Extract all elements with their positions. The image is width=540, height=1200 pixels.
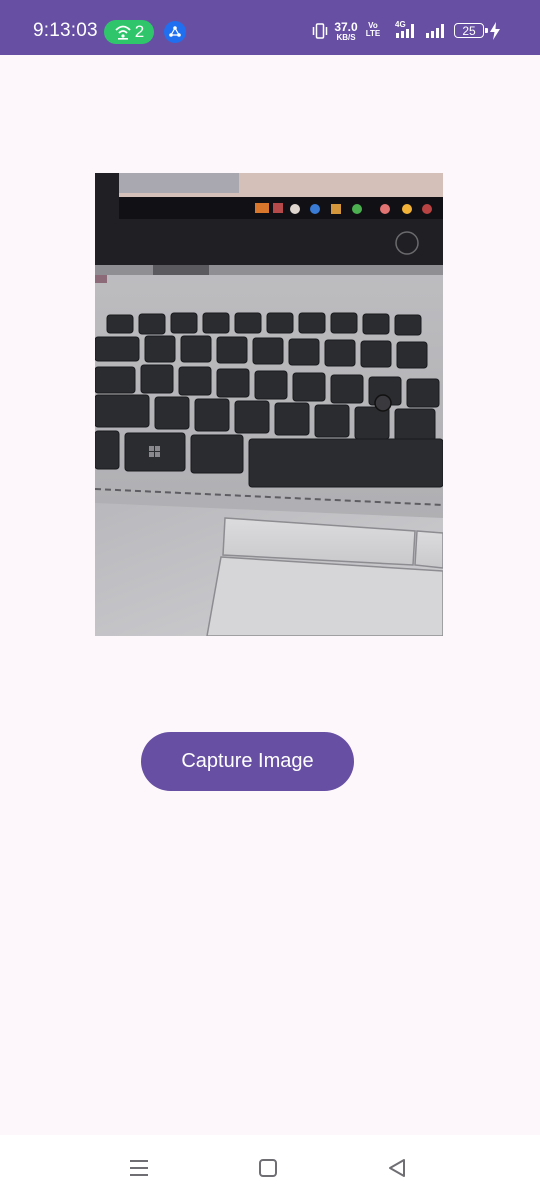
hotspot-icon — [114, 24, 132, 40]
volte-indicator: Vo LTE — [362, 22, 384, 38]
status-bar: 9:13:03 2 37.0 KB/S Vo LTE 4G 25 — [0, 0, 540, 55]
status-time: 9:13:03 — [33, 20, 98, 41]
charging-icon — [489, 22, 501, 45]
network-speed-unit: KB/S — [336, 33, 356, 42]
home-icon[interactable] — [253, 1155, 283, 1181]
recents-icon[interactable] — [124, 1155, 154, 1181]
battery-icon: 25 — [454, 23, 488, 38]
share-icon — [164, 21, 186, 43]
back-icon[interactable] — [382, 1155, 412, 1181]
network-type-label: 4G — [395, 20, 406, 29]
hotspot-indicator[interactable]: 2 — [104, 20, 154, 44]
capture-image-button[interactable]: Capture Image — [141, 732, 354, 791]
volte-label-bottom: LTE — [365, 29, 381, 38]
network-speed: 37.0 KB/S — [333, 21, 359, 42]
navigation-bar — [0, 1135, 540, 1200]
vibrate-icon — [311, 23, 329, 44]
battery-level: 25 — [462, 23, 476, 38]
signal-icon — [424, 23, 446, 44]
signal-icon: 4G — [392, 20, 418, 45]
network-speed-value: 37.0 — [334, 20, 358, 34]
captured-image — [95, 173, 443, 636]
hotspot-count: 2 — [134, 22, 145, 41]
